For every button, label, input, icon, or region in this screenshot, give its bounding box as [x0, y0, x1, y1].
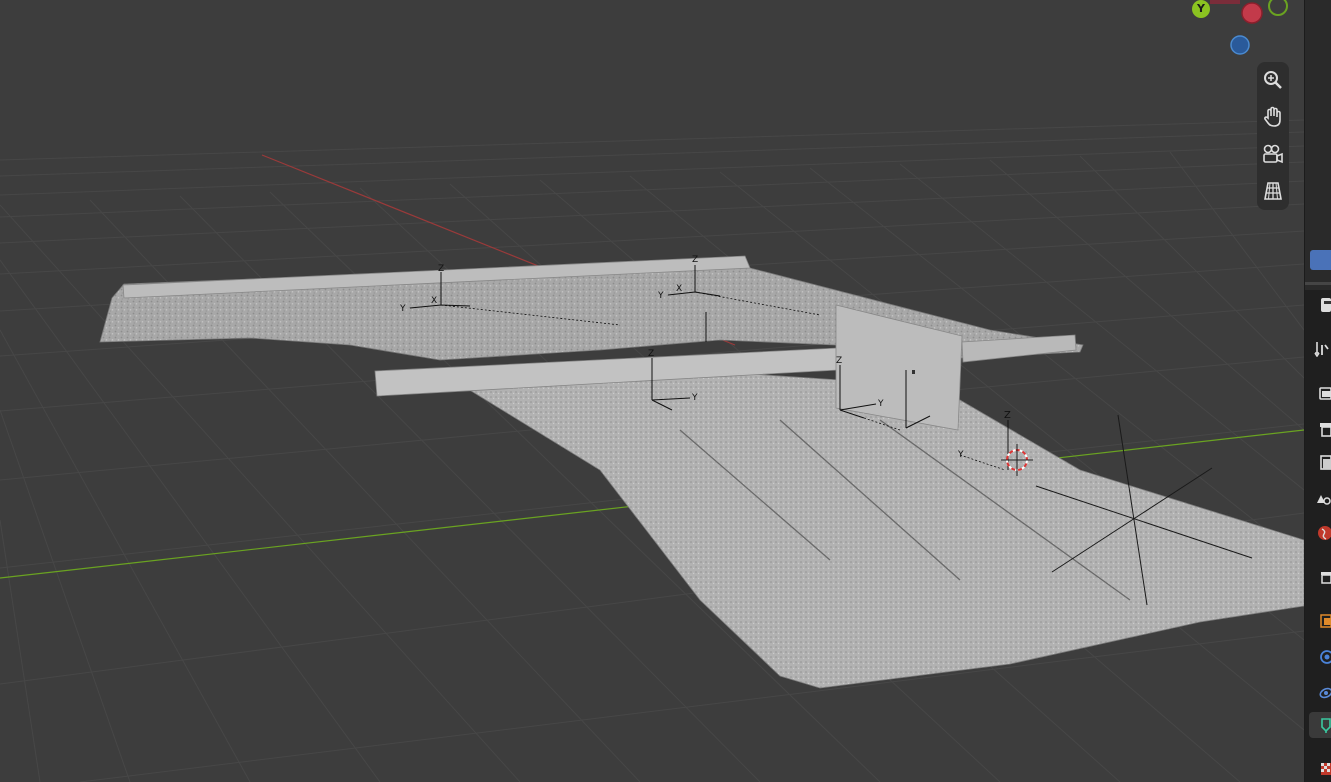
svg-text:X: X	[431, 296, 437, 306]
svg-text:Y: Y	[877, 399, 884, 409]
texture-icon[interactable]	[1309, 756, 1331, 782]
gizmo-y-label: Y	[1197, 2, 1205, 15]
data-icon[interactable]	[1309, 712, 1331, 738]
scene-canvas[interactable]: Z Y X Z Y X Z Y Z Y Z Y	[0, 0, 1304, 782]
view-layer-icon[interactable]	[1309, 450, 1331, 476]
svg-text:Y: Y	[957, 450, 964, 460]
svg-text:Z: Z	[1004, 410, 1011, 421]
collection-icon[interactable]	[1309, 564, 1331, 590]
svg-text:Z: Z	[836, 356, 842, 366]
physics-icon[interactable]	[1309, 644, 1331, 670]
gizmo-z-axis-icon[interactable]	[1230, 35, 1250, 55]
scene-icon[interactable]	[1309, 484, 1331, 510]
tool-settings-icon[interactable]	[1309, 336, 1331, 362]
svg-text:Z: Z	[438, 264, 444, 274]
output-icon[interactable]	[1309, 416, 1331, 442]
zoom-icon[interactable]	[1261, 68, 1285, 92]
svg-text:Y: Y	[657, 291, 664, 301]
constraint-icon[interactable]	[1309, 680, 1331, 706]
panel-divider	[1305, 282, 1331, 285]
active-region-tab[interactable]	[1310, 250, 1331, 270]
gizmo-y-axis-icon[interactable]: Y	[1191, 0, 1211, 18]
viewport-nav-controls	[1257, 62, 1289, 210]
3d-viewport[interactable]: Z Y X Z Y X Z Y Z Y Z Y Y	[0, 0, 1304, 782]
render-icon[interactable]	[1309, 380, 1331, 406]
camera-view-icon[interactable]	[1261, 142, 1285, 166]
grid-ortho-icon[interactable]	[1261, 179, 1285, 203]
svg-text:Z: Z	[692, 255, 698, 265]
hand-pan-icon[interactable]	[1261, 105, 1285, 129]
object-icon[interactable]	[1309, 608, 1331, 634]
terrain-main[interactable]	[448, 371, 1304, 689]
gizmo-x-neg	[1210, 0, 1240, 4]
svg-text:Z: Z	[648, 349, 654, 359]
svg-text:Y: Y	[691, 393, 698, 403]
svg-text:X: X	[676, 284, 682, 294]
svg-text:Y: Y	[399, 304, 406, 314]
tool-icon[interactable]	[1309, 292, 1331, 318]
world-icon[interactable]	[1309, 520, 1331, 546]
gizmo-x-axis-icon[interactable]	[1241, 2, 1263, 24]
gizmo-y-neg-icon[interactable]	[1268, 0, 1288, 16]
panel-marker	[912, 370, 915, 374]
